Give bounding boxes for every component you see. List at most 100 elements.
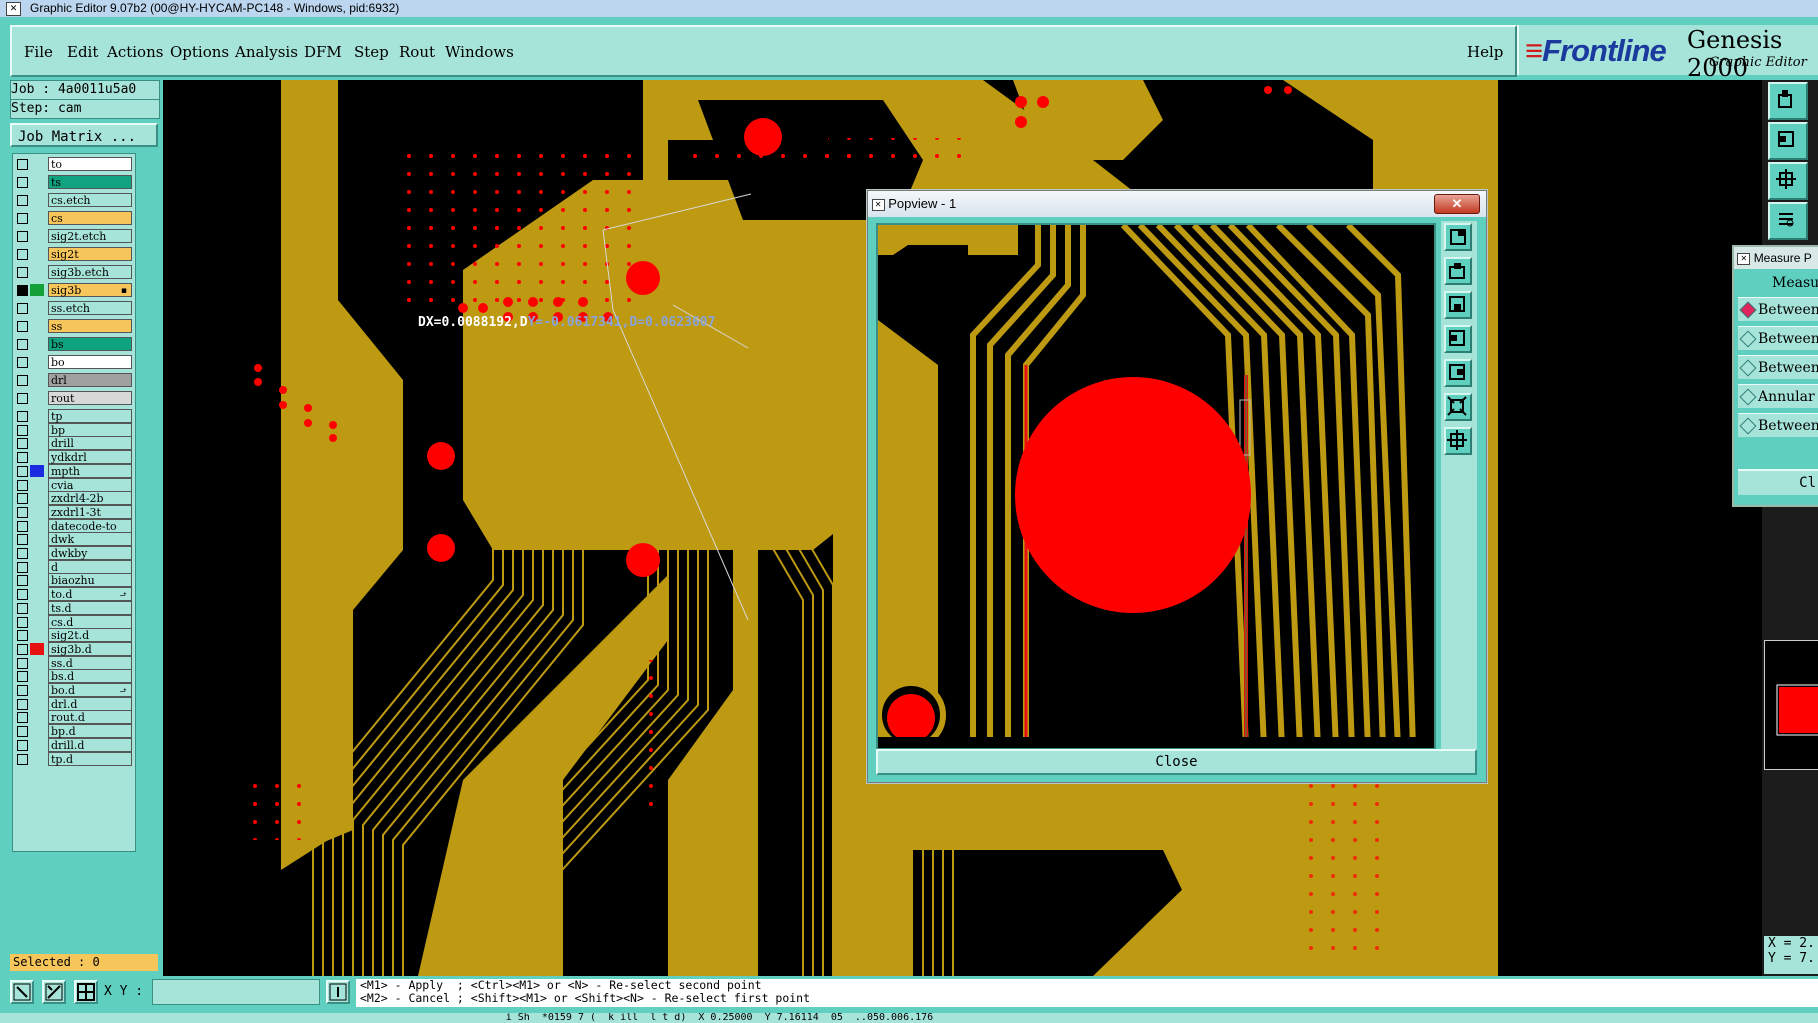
menu-dfm[interactable]: DFM (304, 43, 342, 61)
layer-checkbox[interactable] (17, 657, 28, 669)
layer-checkbox[interactable] (17, 534, 28, 546)
layer-name[interactable]: ss (48, 319, 132, 333)
layer-checkbox[interactable] (17, 321, 28, 332)
layer-row[interactable]: ts (13, 175, 135, 190)
layer-name[interactable]: sig2t.d (48, 628, 132, 643)
layer-checkbox[interactable] (17, 643, 28, 655)
minimap[interactable] (1764, 640, 1818, 770)
layer-checkbox[interactable] (17, 465, 28, 477)
menu-analysis[interactable]: Analysis (235, 43, 298, 61)
layer-checkbox[interactable] (17, 177, 28, 188)
layer-checkbox[interactable] (17, 712, 28, 724)
layer-checkbox[interactable] (17, 213, 28, 224)
layer-name[interactable]: to (48, 157, 132, 171)
menu-file[interactable]: File (24, 43, 53, 61)
layer-checkbox[interactable] (17, 424, 28, 436)
popview-pan-left-button[interactable] (1444, 325, 1472, 353)
popview-canvas[interactable] (876, 223, 1436, 750)
layer-name[interactable]: cs (48, 211, 132, 225)
layer-name[interactable]: drl (48, 373, 132, 387)
layer-name[interactable]: datecode-to (48, 518, 132, 533)
layer-checkbox[interactable] (17, 630, 28, 642)
layer-name[interactable]: bp (48, 422, 132, 437)
layer-checkbox[interactable] (17, 589, 28, 601)
layer-checkbox[interactable] (17, 685, 28, 696)
measure-option-between-1[interactable]: Between (1738, 297, 1818, 321)
layer-name[interactable]: bp.d (48, 724, 132, 739)
layer-name[interactable]: mpth (48, 463, 132, 478)
layer-checkbox[interactable] (17, 285, 28, 296)
job-matrix-button[interactable]: Job Matrix ... (10, 123, 158, 147)
layer-name[interactable]: sig3b.etch (48, 265, 132, 279)
layer-row[interactable]: sig2t (13, 247, 135, 262)
layer-checkbox[interactable] (17, 339, 28, 350)
menu-windows[interactable]: Windows (445, 43, 514, 61)
xy-input[interactable] (152, 979, 320, 1005)
layer-row[interactable]: ss.etch (13, 301, 135, 316)
layer-checkbox[interactable] (17, 616, 28, 628)
layer-checkbox[interactable] (17, 739, 28, 751)
layer-name[interactable]: tp.d (48, 751, 132, 766)
measure-option-between-2[interactable]: Between (1738, 326, 1818, 350)
measure-option-between-5[interactable]: Between (1738, 413, 1818, 437)
layer-checkbox[interactable] (17, 452, 28, 464)
layer-checkbox[interactable] (17, 231, 28, 242)
layer-name[interactable]: drl.d (48, 696, 132, 711)
layer-row[interactable]: tp.d (13, 751, 135, 767)
layer-name[interactable]: ts (48, 175, 132, 189)
layer-row[interactable]: sig2t.etch (13, 229, 135, 244)
layer-name[interactable]: d (48, 559, 132, 574)
layer-name[interactable]: dwkby (48, 546, 132, 560)
popview-pan-down-button[interactable] (1444, 291, 1472, 319)
layer-name[interactable]: to.d ⬏ (48, 587, 132, 602)
layer-checkbox[interactable] (17, 357, 28, 368)
layer-name[interactable]: ydkdrl (48, 450, 132, 465)
layer-name[interactable]: bo (48, 355, 132, 369)
layer-name[interactable]: zxdrl4-2b (48, 491, 132, 506)
menu-edit[interactable]: Edit (67, 43, 98, 61)
layer-name[interactable]: ss.etch (48, 301, 132, 315)
layer-name[interactable]: sig3b.d (48, 641, 132, 656)
layer-checkbox[interactable] (17, 671, 28, 683)
layer-checkbox[interactable] (17, 303, 28, 314)
layer-checkbox[interactable] (17, 267, 28, 278)
menu-actions[interactable]: Actions (107, 43, 163, 61)
menu-rout[interactable]: Rout (399, 43, 435, 61)
layer-name[interactable]: rout.d (48, 710, 132, 725)
layer-name[interactable]: dwk (48, 532, 132, 547)
layer-name[interactable]: rout (48, 391, 132, 405)
popview-window-button[interactable] (1444, 223, 1472, 251)
layer-name[interactable]: ts.d (48, 600, 132, 615)
layer-name[interactable]: bs (48, 337, 132, 351)
layer-name[interactable]: tp (48, 409, 132, 423)
layer-checkbox[interactable] (17, 548, 28, 559)
grid-button[interactable] (74, 980, 98, 1004)
measure-mode-button[interactable] (42, 980, 66, 1004)
layer-checkbox[interactable] (17, 375, 28, 386)
layer-name[interactable]: biaozhu (48, 573, 132, 588)
layer-checkbox[interactable] (17, 575, 28, 587)
layer-checkbox[interactable] (17, 249, 28, 260)
layer-checkbox[interactable] (17, 602, 28, 614)
layer-row[interactable]: cs (13, 211, 135, 226)
layer-name[interactable]: cvia (48, 477, 132, 492)
layer-name[interactable]: cs.etch (48, 193, 132, 207)
layer-checkbox[interactable] (17, 506, 28, 518)
popview-home-button[interactable] (1444, 257, 1472, 285)
menu-help[interactable]: Help (1467, 43, 1503, 61)
popview-pan-right-button[interactable] (1444, 359, 1472, 387)
popview-close-button[interactable]: Close (876, 749, 1477, 775)
layer-name[interactable]: drill (48, 436, 132, 451)
popview-close-x-button[interactable]: ✕ (1434, 194, 1480, 214)
select-mode-button[interactable] (10, 980, 34, 1004)
layer-checkbox[interactable] (17, 393, 28, 404)
menu-step[interactable]: Step (354, 43, 389, 61)
layer-row[interactable]: to (13, 157, 135, 172)
layer-checkbox[interactable] (17, 726, 28, 738)
measure-option-between-3[interactable]: Between (1738, 355, 1818, 379)
layer-row[interactable]: bs (13, 337, 135, 352)
info-button[interactable] (326, 980, 350, 1004)
layer-name[interactable]: bs.d (48, 669, 132, 684)
menu-options[interactable]: Options (170, 43, 229, 61)
layer-row[interactable]: cs.etch (13, 193, 135, 208)
